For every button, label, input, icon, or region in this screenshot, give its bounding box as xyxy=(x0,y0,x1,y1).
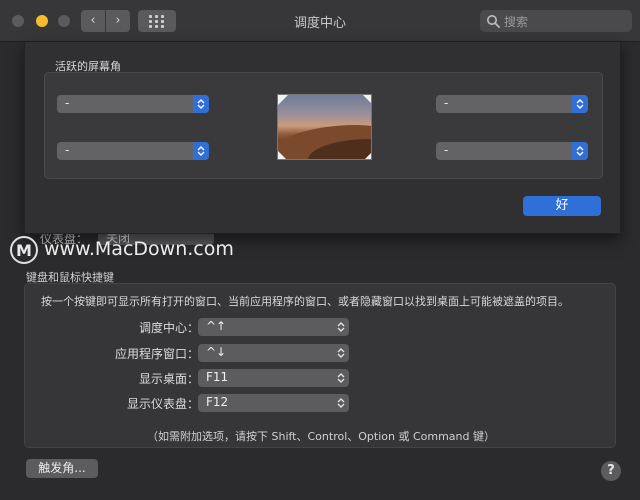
show-dashboard-popup[interactable]: F12 xyxy=(198,394,349,412)
bottom-left-corner-popup[interactable]: - xyxy=(57,142,209,160)
popup-value: ^↓ xyxy=(206,345,227,359)
close-window-button[interactable] xyxy=(12,15,24,27)
watermark-text: www.MacDown.com xyxy=(44,238,234,260)
macdown-logo-icon: M xyxy=(10,236,38,264)
bottom-right-corner-popup[interactable]: - xyxy=(436,142,588,160)
popup-stepper xyxy=(193,142,209,160)
forward-button[interactable]: › xyxy=(106,10,130,32)
help-button[interactable]: ? xyxy=(601,461,621,481)
application-windows-label: 应用程序窗口： xyxy=(114,347,199,361)
modifier-keys-note: （如需附加选项，请按下 Shift、Control、Option 或 Comma… xyxy=(147,430,495,443)
application-windows-popup[interactable]: ^↓ xyxy=(198,344,349,362)
popup-value: - xyxy=(65,143,70,157)
popup-value: F11 xyxy=(206,370,229,384)
hot-corners-button[interactable]: 触发角... xyxy=(26,459,98,478)
back-button[interactable]: ‹ xyxy=(81,10,105,32)
keyboard-description: 按一个按键即可显示所有打开的窗口、当前应用程序的窗口、或者隐藏窗口以找到桌面上可… xyxy=(41,295,569,308)
search-icon xyxy=(487,15,500,28)
chevron-updown-icon xyxy=(197,146,205,156)
chevron-updown-icon xyxy=(576,146,584,156)
corner-marker-icon xyxy=(365,153,371,159)
show-desktop-label: 显示桌面： xyxy=(138,372,199,386)
hot-corners-sheet: 活跃的屏幕角 - - - - 好 xyxy=(24,42,621,234)
popup-value: ^↑ xyxy=(206,319,227,333)
popup-stepper xyxy=(572,142,588,160)
chevron-updown-icon xyxy=(337,398,345,408)
show-all-button[interactable] xyxy=(138,10,176,32)
search-field[interactable]: 搜索 xyxy=(480,10,632,32)
ok-button[interactable]: 好 xyxy=(523,196,601,216)
show-dashboard-label: 显示仪表盘： xyxy=(126,397,199,411)
window-title: 调度中心 xyxy=(293,16,346,31)
popup-value: - xyxy=(444,143,449,157)
logo-letter: M xyxy=(16,241,32,260)
chevron-updown-icon xyxy=(337,348,345,358)
corner-marker-icon xyxy=(363,95,371,103)
top-left-corner-popup[interactable]: - xyxy=(57,95,209,113)
chevron-updown-icon xyxy=(197,99,205,109)
mission-control-label: 调度中心： xyxy=(138,321,199,335)
zoom-window-button[interactable] xyxy=(58,15,70,27)
popup-stepper xyxy=(193,95,209,113)
chevron-updown-icon xyxy=(337,373,345,383)
chevron-updown-icon xyxy=(576,99,584,109)
chevron-right-icon: › xyxy=(115,13,121,28)
corner-marker-icon xyxy=(278,95,288,105)
top-right-corner-popup[interactable]: - xyxy=(436,95,588,113)
desktop-preview-image xyxy=(277,94,372,160)
popup-stepper xyxy=(572,95,588,113)
search-placeholder: 搜索 xyxy=(504,15,529,29)
chevron-left-icon: ‹ xyxy=(90,13,96,28)
title-bar: ‹ › 调度中心 搜索 xyxy=(0,0,640,42)
popup-value: - xyxy=(65,96,70,110)
corner-marker-icon xyxy=(278,151,286,159)
popup-value: F12 xyxy=(206,395,229,409)
mission-control-popup[interactable]: ^↑ xyxy=(198,318,349,336)
corner-markers xyxy=(278,95,371,159)
minimize-window-button[interactable] xyxy=(36,15,48,27)
popup-value: - xyxy=(444,96,449,110)
keyboard-shortcuts-group: 按一个按键即可显示所有打开的窗口、当前应用程序的窗口、或者隐藏窗口以找到桌面上可… xyxy=(24,283,616,448)
chevron-updown-icon xyxy=(337,322,345,332)
show-desktop-popup[interactable]: F11 xyxy=(198,369,349,387)
